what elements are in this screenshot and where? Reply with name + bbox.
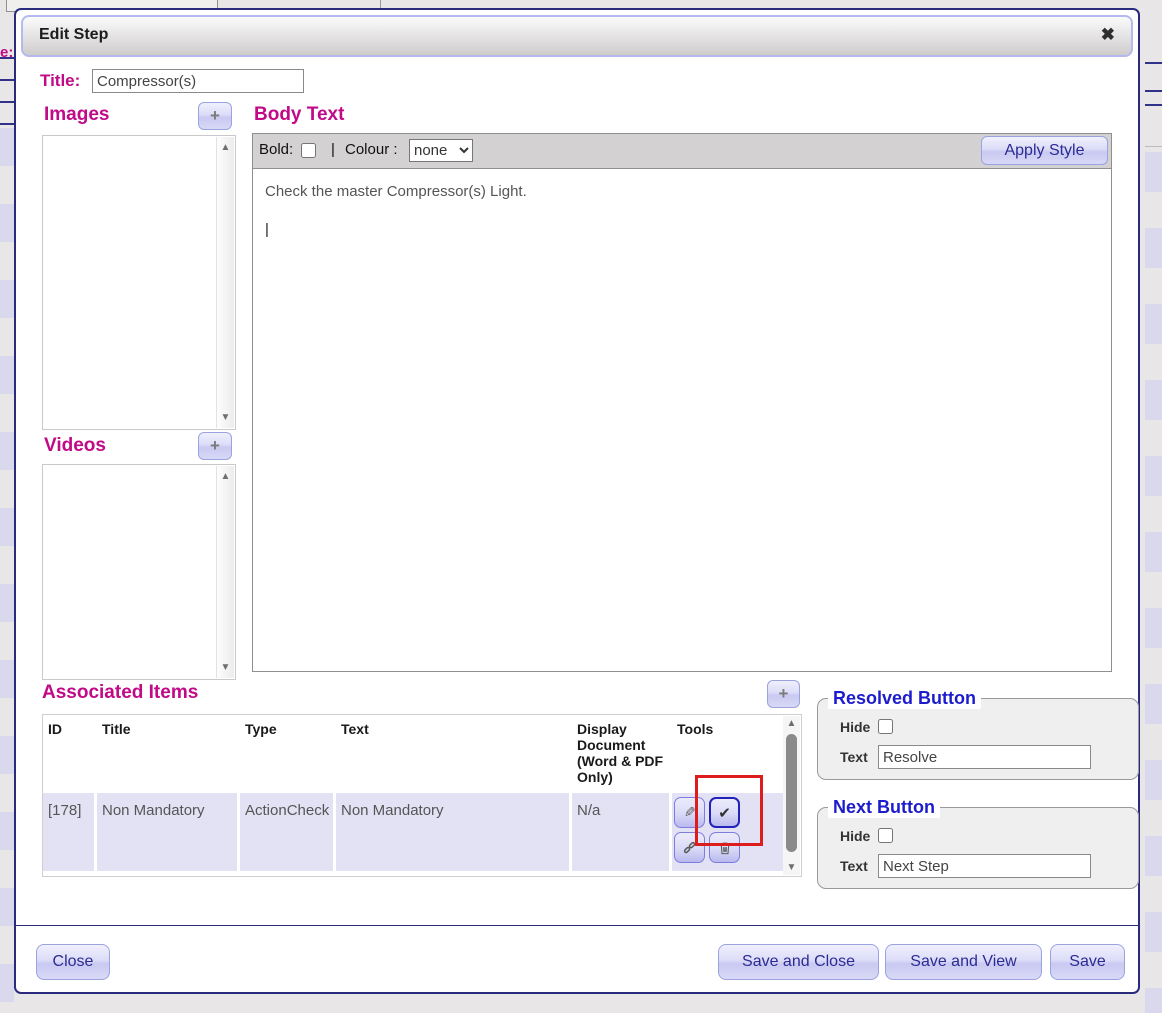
footer-divider [16,925,1138,926]
scroll-down-icon[interactable]: ▼ [217,412,234,423]
background-line [0,123,14,125]
edit-icon: ✎ [684,804,696,821]
resolved-button-fieldset: Resolved Button Hide Text [817,688,1139,780]
cell-tools: ✎ ✔ [672,793,783,871]
column-header-display-document: Display Document (Word & PDF Only) [572,715,669,791]
body-text-content: Check the master Compressor(s) Light. [265,181,1099,203]
add-video-button[interactable]: + [198,432,232,460]
videos-list: ▲ ▼ [42,464,236,680]
images-scrollbar[interactable]: ▲ ▼ [216,137,234,428]
background-rows-right [1145,152,1162,1013]
title-input[interactable] [92,69,304,93]
resolved-button-legend: Resolved Button [828,688,981,709]
dialog-title: Edit Step [39,26,108,44]
hide-label: Hide [840,828,878,844]
cell-id: [178] [43,793,94,871]
edit-step-dialog: Edit Step ✖ Title: Images + ▲ ▼ Videos +… [14,8,1140,994]
cell-display-document: N/a [572,793,669,871]
delete-button[interactable] [709,832,740,863]
scroll-up-icon[interactable]: ▲ [217,471,234,482]
scroll-up-icon[interactable]: ▲ [217,142,234,153]
next-hide-checkbox[interactable] [878,828,893,843]
column-header-text: Text [336,715,569,791]
background-line [1145,62,1162,64]
close-icon[interactable]: ✖ [1101,25,1115,45]
text-label: Text [840,858,878,874]
cell-title: Non Mandatory [97,793,237,871]
background-tick [380,0,381,8]
body-text-area[interactable]: Check the master Compressor(s) Light. | [253,169,1111,671]
images-list: ▲ ▼ [42,135,236,430]
next-button-legend: Next Button [828,797,940,818]
dialog-titlebar: Edit Step ✖ [21,15,1133,57]
column-header-title: Title [97,715,237,791]
save-and-close-button[interactable]: Save and Close [718,944,879,980]
videos-scrollbar[interactable]: ▲ ▼ [216,466,234,678]
colour-label: Colour : [345,141,398,158]
next-button-fieldset: Next Button Hide Text [817,797,1139,889]
check-icon: ✔ [718,804,731,822]
background-rows-left [0,128,14,1013]
hide-label: Hide [840,719,878,735]
column-header-tools: Tools [672,715,783,791]
background-line [1145,146,1162,147]
cell-text: Non Mandatory [336,793,569,871]
table-scrollbar[interactable]: ▲ ▼ [783,716,800,875]
resolved-hide-checkbox[interactable] [878,719,893,734]
text-caret: | [265,219,1099,241]
associated-items-header: Associated Items [42,682,198,704]
body-text-toolbar: Bold: | Colour : none Apply Style [253,134,1111,169]
background-line [0,101,14,103]
colour-select[interactable]: none [409,139,473,162]
text-label: Text [840,749,878,765]
trash-icon [718,841,732,855]
toolbar-separator: | [331,141,335,158]
check-button[interactable]: ✔ [709,797,740,828]
edit-button[interactable]: ✎ [674,797,705,828]
save-and-view-button[interactable]: Save and View [885,944,1042,980]
table-header-row: ID Title Type Text Display Document (Wor… [43,715,783,791]
body-text-editor: Bold: | Colour : none Apply Style Check … [252,133,1112,672]
associated-items-table: ID Title Type Text Display Document (Wor… [42,714,802,877]
add-image-button[interactable]: + [198,102,232,130]
bold-checkbox[interactable] [301,143,316,158]
close-button[interactable]: Close [36,944,110,980]
table-row: [178] Non Mandatory ActionCheck Non Mand… [43,793,783,871]
screen: e: Edit Step ✖ Title: Images + ▲ ▼ Video… [0,0,1162,1013]
cell-type: ActionCheck [240,793,333,871]
scrollbar-thumb[interactable] [786,734,797,852]
background-line [0,57,14,59]
scroll-down-icon[interactable]: ▼ [217,662,234,673]
column-header-id: ID [43,715,94,791]
background-line [1145,90,1162,92]
videos-header: Videos [44,435,106,457]
body-text-header: Body Text [254,104,344,126]
resolved-text-input[interactable] [878,745,1091,769]
scroll-down-icon[interactable]: ▼ [783,862,800,873]
background-line [0,79,14,81]
next-text-input[interactable] [878,854,1091,878]
save-button[interactable]: Save [1050,944,1125,980]
link-button[interactable] [674,832,705,863]
add-associated-item-button[interactable]: + [767,680,800,708]
apply-style-button[interactable]: Apply Style [981,136,1108,165]
column-header-type: Type [240,715,333,791]
bold-label: Bold: [259,141,293,158]
title-label: Title: [40,71,80,91]
background-line [1145,104,1162,106]
images-header: Images [44,104,109,126]
link-icon [682,840,697,855]
scroll-up-icon[interactable]: ▲ [783,718,800,729]
